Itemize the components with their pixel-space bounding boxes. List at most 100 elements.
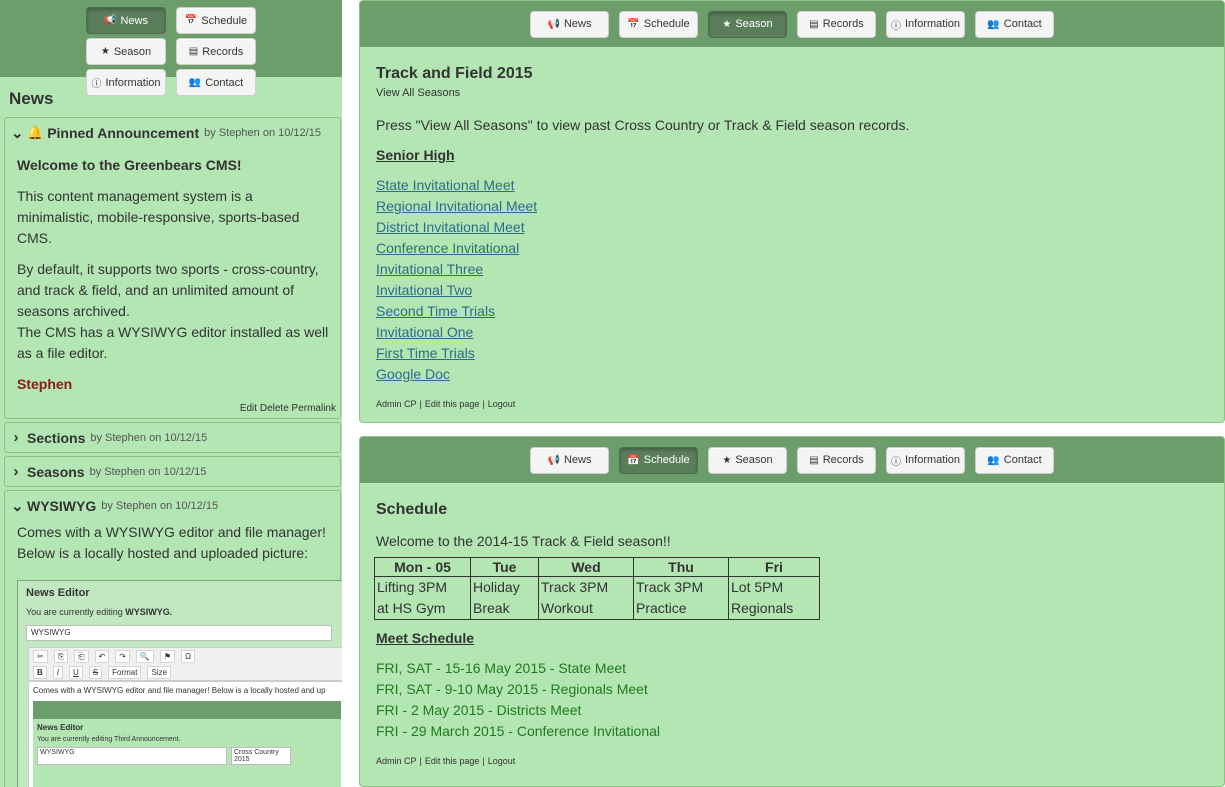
meet-link[interactable]: District Invitational Meet <box>376 217 1208 238</box>
season-panel: 📢 News 📅 Schedule ★ Season ▤ Records ⓘ Inform… <box>359 0 1225 423</box>
table-header: Thu <box>633 557 729 577</box>
nav-label: Schedule <box>643 454 690 466</box>
admin-links: Admin CP | Edit this page | Logout <box>376 756 1208 766</box>
admin-cp-link[interactable]: Admin CP <box>376 399 417 409</box>
sections-header[interactable]: › Sections by Stephen on 10/12/15 <box>5 423 340 452</box>
nav-label: Contact <box>1003 454 1042 466</box>
star-icon: ★ <box>722 454 732 466</box>
post-title: Seasons <box>27 463 85 480</box>
post-author: Stephen <box>17 376 73 392</box>
season-content: Track and Field 2015 View All Seasons Pr… <box>360 47 1224 409</box>
nav-records-button[interactable]: ▤ Records <box>797 446 876 474</box>
delete-link[interactable]: Delete <box>260 403 289 414</box>
meet-link[interactable]: Second Time Trials <box>376 301 1208 322</box>
meet-link[interactable]: First Time Trials <box>376 343 1208 364</box>
meet-link[interactable]: Invitational Three <box>376 259 1208 280</box>
meet-schedule-item[interactable]: FRI, SAT - 9-10 May 2015 - Regionals Mee… <box>376 679 1208 700</box>
chevron-down-icon[interactable]: ⌄ <box>11 124 24 142</box>
senior-high-heading: Senior High <box>376 147 455 163</box>
table-cell: Track 3PM <box>633 576 729 598</box>
wysiwyg-header[interactable]: ⌄ WYSIWYG by Stephen on 10/12/15 <box>5 491 340 520</box>
meet-schedule-item[interactable]: FRI, SAT - 15-16 May 2015 - State Meet <box>376 658 1208 679</box>
embedded-subtitle: You are currently editing Third Announce… <box>37 736 181 743</box>
calendar-icon: 📅 <box>627 454 640 466</box>
table-cell: Track 3PM <box>538 576 634 598</box>
pinned-announcement-header[interactable]: ⌄ 🔔 Pinned Announcement by Stephen on 10… <box>5 118 340 147</box>
nav-schedule-button[interactable]: 📅 Schedule <box>176 7 256 34</box>
editor-subtitle: You are currently editing WYSIWYG. <box>26 607 342 617</box>
welcome-heading: Welcome to the Greenbears CMS! <box>17 157 242 173</box>
megaphone-icon: 📢 <box>547 18 560 30</box>
chevron-right-icon[interactable]: › <box>11 463 21 480</box>
schedule-nav-bar: 📢 News 📅 Schedule ★ Season ▤ Records ⓘ Inform… <box>360 437 1224 483</box>
nav-contact-button[interactable]: 👥 Contact <box>176 69 256 96</box>
season-title: Track and Field 2015 <box>376 65 533 82</box>
users-icon: 👥 <box>188 77 202 88</box>
nav-information-button[interactable]: ⓘ Information <box>86 69 166 96</box>
nav-records-button[interactable]: ▤ Records <box>797 10 876 38</box>
meet-schedule-item[interactable]: FRI - 29 March 2015 - Conference Invitat… <box>376 721 1208 742</box>
nav-schedule-button[interactable]: 📅 Schedule <box>619 10 698 38</box>
post-meta: by Stephen on 10/12/15 <box>90 431 208 444</box>
embedded-nav-bar <box>33 701 341 719</box>
view-all-seasons-link[interactable]: View All Seasons <box>376 87 1208 99</box>
nav-records-button[interactable]: ▤ Records <box>176 38 256 65</box>
admin-separator: | <box>419 399 422 409</box>
nav-label: News <box>120 14 148 27</box>
nav-news-button[interactable]: 📢 News <box>530 10 609 38</box>
nav-information-button[interactable]: ⓘ Information <box>886 10 965 38</box>
post-title: Sections <box>27 429 86 446</box>
permalink-link[interactable]: Permalink <box>292 403 336 414</box>
schedule-content: Schedule Welcome to the 2014-15 Track & … <box>360 483 1224 766</box>
left-nav-bar: 📢 News 📅 Schedule ★ Season ▤ Records ⓘ Inform… <box>0 0 342 96</box>
meet-link[interactable]: Invitational Two <box>376 280 1208 301</box>
post-paragraph: The CMS has a WYSIWYG editor installed a… <box>17 324 329 361</box>
schedule-welcome: Welcome to the 2014-15 Track & Field sea… <box>376 533 671 549</box>
edit-page-link[interactable]: Edit this page <box>425 756 480 766</box>
season-nav-bar: 📢 News 📅 Schedule ★ Season ▤ Records ⓘ Inform… <box>360 1 1224 47</box>
megaphone-icon: 📢 <box>547 454 560 466</box>
table-cell: Practice <box>633 598 729 620</box>
editor-heading: News Editor <box>26 587 90 599</box>
seasons-header[interactable]: › Seasons by Stephen on 10/12/15 <box>5 457 340 486</box>
edit-link[interactable]: Edit <box>240 403 257 414</box>
logout-link[interactable]: Logout <box>488 756 516 766</box>
table-cell: Holiday <box>470 576 539 598</box>
table-header-row: Mon - 05 Tue Wed Thu Fri <box>374 557 820 577</box>
post-body: Comes with a WYSIWYG editor and file man… <box>5 520 340 568</box>
table-row: Lifting 3PM Holiday Track 3PM Track 3PM … <box>374 576 820 598</box>
nav-season-button[interactable]: ★ Season <box>708 10 787 38</box>
info-icon: ⓘ <box>890 20 901 32</box>
embedded-select: Cross Country 2015 <box>231 747 291 765</box>
edit-page-link[interactable]: Edit this page <box>425 399 480 409</box>
list-icon: ▤ <box>809 18 819 30</box>
meet-link[interactable]: Regional Invitational Meet <box>376 196 1208 217</box>
meet-link[interactable]: Conference Invitational <box>376 238 1208 259</box>
schedule-panel: 📢 News 📅 Schedule ★ Season ▤ Records ⓘ Inform… <box>359 436 1225 787</box>
weekly-schedule-table: Mon - 05 Tue Wed Thu Fri Lifting 3PM Hol… <box>374 557 820 620</box>
meet-schedule-item[interactable]: FRI - 2 May 2015 - Districts Meet <box>376 700 1208 721</box>
nav-news-button[interactable]: 📢 News <box>86 7 166 34</box>
logout-link[interactable]: Logout <box>488 399 516 409</box>
nav-news-button[interactable]: 📢 News <box>530 446 609 474</box>
meet-link[interactable]: Google Doc <box>376 364 1208 385</box>
meet-link[interactable]: Invitational One <box>376 322 1208 343</box>
nav-contact-button[interactable]: 👥 Contact <box>975 10 1054 38</box>
chevron-right-icon[interactable]: › <box>11 429 21 446</box>
embedded-input: WYSIWYG <box>37 747 227 765</box>
nav-season-button[interactable]: ★ Season <box>708 446 787 474</box>
nav-label: Contact <box>1003 18 1042 30</box>
nav-schedule-button[interactable]: 📅 Schedule <box>619 446 698 474</box>
chevron-down-icon[interactable]: ⌄ <box>11 497 24 515</box>
meet-link[interactable]: State Invitational Meet <box>376 175 1208 196</box>
nav-information-button[interactable]: ⓘ Information <box>886 446 965 474</box>
nav-label: Contact <box>205 76 244 89</box>
admin-cp-link[interactable]: Admin CP <box>376 756 417 766</box>
meet-schedule-list: FRI, SAT - 15-16 May 2015 - State Meet F… <box>376 658 1208 742</box>
nav-contact-button[interactable]: 👥 Contact <box>975 446 1054 474</box>
table-cell: Regionals <box>728 598 820 620</box>
meet-schedule-heading: Meet Schedule <box>376 630 475 646</box>
nav-season-button[interactable]: ★ Season <box>86 38 166 65</box>
editor-subtitle-target: WYSIWYG. <box>125 607 173 617</box>
size-select: Size <box>147 665 172 679</box>
